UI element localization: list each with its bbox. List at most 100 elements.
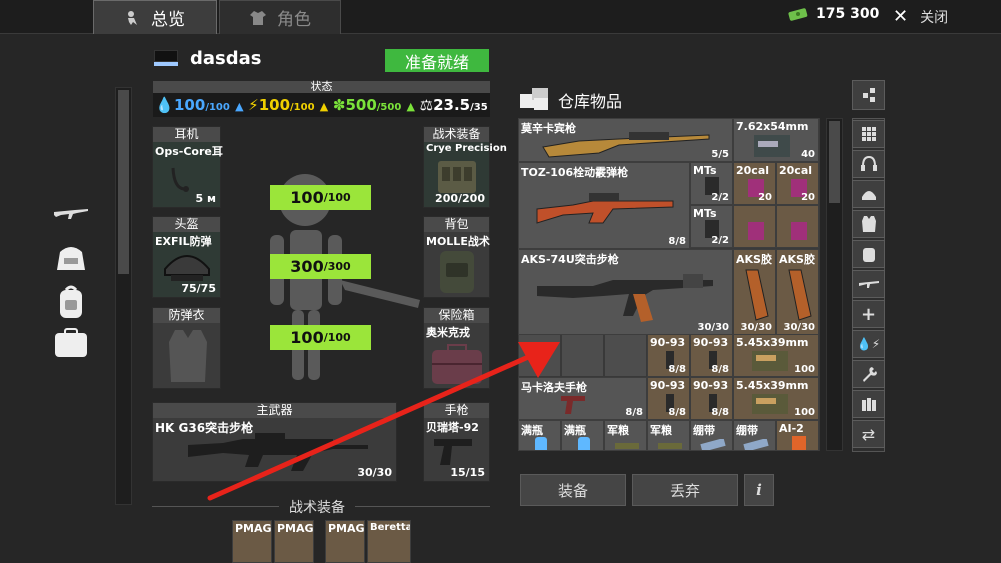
item-qty: 100 [794,364,815,375]
stat-water-max: /100 [205,102,230,113]
filter-consumables[interactable]: 💧⚡ [852,330,885,358]
storage-scrollbar-thumb[interactable] [829,121,840,203]
stat-energy-max: /100 [290,102,315,113]
storage-item-9093-mag[interactable]: 90-93 8/8 [647,377,690,420]
storage-item-9093-mag[interactable]: 90-93 8/8 [690,334,733,377]
tactical-item-name: PMAG [328,522,365,535]
storage-item-toz[interactable]: TOZ-106栓动霰弹枪 8/8 [518,162,690,249]
stat-health: ✽500/500 ▲ [332,96,416,114]
storage-item-bandage[interactable]: 绷带 [690,420,733,451]
filter-swap[interactable]: ⇄ [852,420,885,448]
filter-all[interactable] [852,120,885,148]
item-name: 7.62x54mm [736,120,809,133]
stat-energy: ⚡100/100 ▲ [248,96,329,114]
storage-item-545-ammo[interactable]: 5.45x39mm 100 [733,377,819,420]
slot-tactical-rig[interactable]: 战术装备 Crye Precision 200/200 [423,126,507,208]
item-name: 20cal [779,164,813,177]
storage-item-ration[interactable]: 军粮 [604,420,647,451]
helmet-icon [164,255,210,281]
tab-character[interactable]: 角色 [219,0,341,34]
water-energy-icon: 💧⚡ [856,337,881,351]
item-name: 5.45x39mm [736,379,809,392]
tactical-rig-icon [438,161,476,193]
slot-item-name: Crye Precision [426,143,507,154]
filter-helmet[interactable] [852,180,885,208]
category-cases[interactable] [53,328,89,362]
filter-weapon[interactable] [852,270,885,298]
headset-icon [171,167,189,192]
slot-header: 防弹衣 [153,308,220,323]
left-scrollbar[interactable] [115,87,132,505]
item-name: AKS胶 [736,253,772,266]
durability-value: 300 [290,257,324,276]
storage-item-bandage[interactable]: 绷带 [733,420,776,451]
bolt-rifle-icon [542,132,710,158]
tactical-item[interactable]: PMAG [325,520,365,563]
tactical-item[interactable]: PMAG [232,520,272,563]
slot-backpack[interactable]: 背包 MOLLE战术 [423,216,490,298]
durability-value: 100 [290,188,324,207]
item-name: 90-93 [650,336,686,349]
storage-item-20cal[interactable] [776,205,819,248]
slot-helmet[interactable]: 头盔 EXFIL防弹 75/75 [152,216,221,298]
slot-headset[interactable]: 耳机 Ops-Core耳 5 м [152,126,223,208]
durability-max: /100 [323,191,351,204]
ration-icon [658,443,682,449]
bandage-icon [700,439,726,450]
storage-scrollbar[interactable] [826,118,843,451]
storage-item-mts[interactable]: MTs 2/2 [690,205,733,248]
tactical-item-name: PMAG [235,522,272,535]
helmet-durability: 300/300 [270,254,371,279]
case-icon [55,328,87,357]
storage-item-mosin[interactable]: 莫辛卡宾枪 5/5 [518,118,733,162]
storage-item-20cal[interactable]: 20cal 20 [733,162,776,205]
filter-ammo[interactable] [852,390,885,418]
sort-button[interactable] [852,80,885,110]
category-bags[interactable] [54,240,88,278]
storage-item-aks74u[interactable]: AKS-74U突击步枪 30/30 [518,249,733,335]
magazine-icon [788,269,812,321]
item-name: 90-93 [693,379,729,392]
empty-cell[interactable] [604,334,647,377]
storage-item-9093-mag[interactable]: 90-93 8/8 [647,334,690,377]
storage-item-mts[interactable]: MTs 2/2 [690,162,733,205]
assault-rifle-icon [537,274,713,322]
storage-item-20cal[interactable]: 20cal 20 [776,162,819,205]
tactical-item[interactable]: PMAG [274,520,314,563]
close-button[interactable]: ✕ 关闭 [893,6,948,27]
storage-item-545-ammo[interactable]: 5.45x39mm 100 [733,334,819,377]
storage-item-ai2[interactable]: AI-2 [776,420,819,451]
tab-overview[interactable]: 总览 [93,0,217,34]
arrow-up-icon: ▲ [406,100,416,113]
tutorial-arrow [207,342,560,501]
storage-item-aks-mag[interactable]: AKS胶 30/30 [776,249,819,335]
shell-box-icon [748,222,764,240]
filter-medical[interactable]: + [852,300,885,328]
discard-button[interactable]: 丢弃 [632,474,738,506]
filter-tools[interactable] [852,360,885,388]
category-weapons[interactable] [53,205,89,225]
filter-headset[interactable] [852,150,885,178]
item-qty: 5/5 [711,149,729,160]
backpack-icon [862,248,875,262]
tactical-item[interactable]: Beretta [367,520,411,563]
headset-durability: 100/100 [270,185,371,210]
left-scrollbar-thumb[interactable] [118,90,129,274]
close-label: 关闭 [920,9,949,26]
item-qty: 8/8 [711,407,729,418]
category-backpacks[interactable] [54,284,88,324]
filter-backpack[interactable] [852,240,885,268]
cash-icon [788,8,808,21]
slot-item-name: EXFIL防弹 [155,235,212,248]
storage-item-ammo-762[interactable]: 7.62x54mm 40 [733,118,819,162]
storage-item-aks-mag[interactable]: AKS胶 30/30 [733,249,776,335]
ration-icon [615,443,639,449]
ammo-box-icon [754,135,790,157]
storage-item-9093-mag[interactable]: 90-93 8/8 [690,377,733,420]
info-button[interactable]: i [744,474,774,506]
item-qty: 20 [758,192,772,203]
storage-item-20cal[interactable] [733,205,776,248]
item-name: 绷带 [693,424,715,437]
storage-item-ration[interactable]: 军粮 [647,420,690,451]
filter-armor[interactable] [852,210,885,238]
